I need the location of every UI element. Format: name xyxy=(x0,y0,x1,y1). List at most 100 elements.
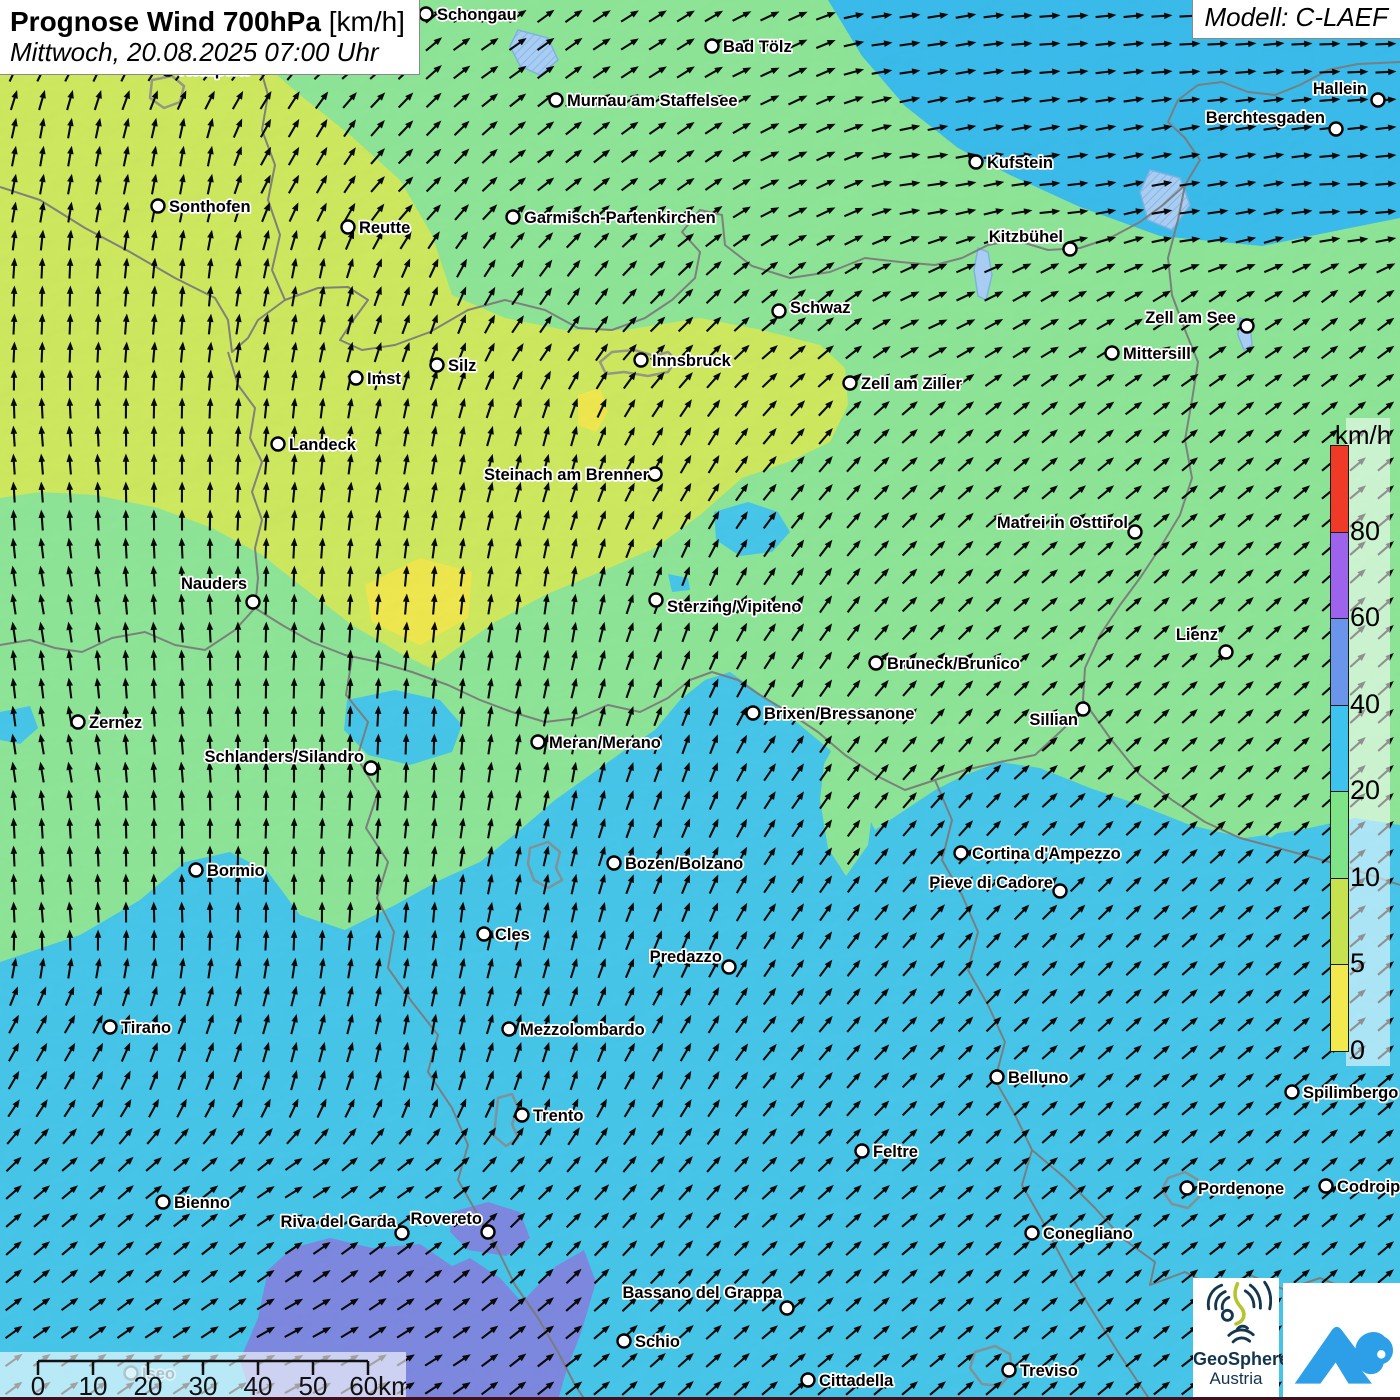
city-marker: Steinach am Brenner xyxy=(484,466,662,484)
svg-text:Brixen/Bressanone: Brixen/Bressanone xyxy=(764,705,914,723)
city-marker: Cortina d'Ampezzo xyxy=(955,845,1121,863)
legend-tick-20: 20 xyxy=(1350,775,1398,806)
svg-text:Lienz: Lienz xyxy=(1176,626,1218,644)
city-marker: Silz xyxy=(431,357,477,375)
svg-text:Codroipo: Codroipo xyxy=(1337,1178,1400,1196)
svg-text:Sillian: Sillian xyxy=(1029,711,1078,729)
legend-band-5-10 xyxy=(1330,878,1349,966)
page-title: Prognose Wind 700hPa [km/h] xyxy=(10,5,405,38)
svg-text:20: 20 xyxy=(134,1371,163,1400)
legend-band-10-20 xyxy=(1330,791,1349,879)
svg-text:Garmisch-Partenkirchen: Garmisch-Partenkirchen xyxy=(524,209,716,227)
svg-text:Sonthofen: Sonthofen xyxy=(169,198,251,216)
svg-text:Cles: Cles xyxy=(495,926,530,944)
svg-text:Schongau: Schongau xyxy=(437,6,517,24)
svg-text:Tirano: Tirano xyxy=(121,1019,171,1037)
legend-band-20-40 xyxy=(1330,705,1349,793)
svg-text:Cittadella: Cittadella xyxy=(819,1372,894,1390)
legend-band-0-5 xyxy=(1330,964,1349,1052)
svg-text:0: 0 xyxy=(31,1371,45,1400)
color-legend: km/h 806040201050 xyxy=(1322,418,1400,1070)
city-marker: Bozen/Bolzano xyxy=(608,855,744,873)
svg-text:Schio: Schio xyxy=(635,1333,680,1351)
geosphere-country: Austria xyxy=(1193,1369,1279,1388)
forecast-datetime: Mittwoch, 20.08.2025 07:00 Uhr xyxy=(10,38,405,67)
distance-scalebar: 0 10 20 30 40 50 60km xyxy=(0,1352,406,1400)
svg-text:Bozen/Bolzano: Bozen/Bolzano xyxy=(625,855,743,873)
legend-tick-0: 0 xyxy=(1350,1035,1398,1066)
city-marker: Zell am Ziller xyxy=(844,375,963,393)
mountain-cloud-icon xyxy=(1283,1283,1400,1400)
legend-tick-10: 10 xyxy=(1350,862,1398,893)
svg-text:Bruneck/Brunico: Bruneck/Brunico xyxy=(887,655,1020,673)
svg-text:Bormio: Bormio xyxy=(207,862,265,880)
map-svg: Schongau Bad Tölz Kempten Murnau am Staf… xyxy=(0,0,1400,1400)
svg-text:Innsbruck: Innsbruck xyxy=(652,352,732,370)
city-marker: Murnau am Staffelsee xyxy=(550,92,738,110)
svg-text:10: 10 xyxy=(79,1371,108,1400)
svg-text:Pordenone: Pordenone xyxy=(1198,1180,1284,1198)
svg-text:Bienno: Bienno xyxy=(174,1194,230,1212)
svg-text:Steinach am Brenner: Steinach am Brenner xyxy=(484,466,650,484)
svg-text:Sterzing/Vipiteno: Sterzing/Vipiteno xyxy=(667,598,801,616)
legend-tick-80: 80 xyxy=(1350,516,1398,547)
city-marker: Garmisch-Partenkirchen xyxy=(507,209,716,227)
svg-text:Schlanders/Silandro: Schlanders/Silandro xyxy=(204,748,364,766)
model-label: Modell: C-LAEF xyxy=(1192,0,1400,39)
svg-text:Conegliano: Conegliano xyxy=(1043,1225,1133,1243)
legend-band-80+ xyxy=(1330,445,1349,533)
geosphere-contour-icon xyxy=(1200,1278,1272,1344)
city-marker: Bruneck/Brunico xyxy=(870,655,1020,673)
city-marker: Imst xyxy=(350,370,402,388)
app-logo-box xyxy=(1283,1283,1400,1400)
svg-text:Hallein: Hallein xyxy=(1313,80,1367,98)
svg-text:Silz: Silz xyxy=(448,357,476,375)
city-marker: Mezzolombardo xyxy=(503,1021,645,1039)
scalebar-ruler: 0 10 20 30 40 50 60km xyxy=(0,1352,406,1400)
svg-text:Feltre: Feltre xyxy=(873,1143,918,1161)
svg-text:Mittersill: Mittersill xyxy=(1123,345,1191,363)
city-marker: Brixen/Bressanone xyxy=(747,705,915,723)
svg-text:Berchtesgaden: Berchtesgaden xyxy=(1206,109,1325,127)
svg-text:Landeck: Landeck xyxy=(289,436,357,454)
svg-text:30: 30 xyxy=(189,1371,218,1400)
svg-text:Treviso: Treviso xyxy=(1020,1362,1078,1380)
svg-text:Trento: Trento xyxy=(533,1107,583,1125)
svg-text:Rovereto: Rovereto xyxy=(410,1210,482,1228)
svg-text:Pieve di Cadore: Pieve di Cadore xyxy=(929,874,1053,892)
weather-map-screen: Schongau Bad Tölz Kempten Murnau am Staf… xyxy=(0,0,1400,1400)
svg-text:Kufstein: Kufstein xyxy=(987,154,1053,172)
svg-text:Riva del Garda: Riva del Garda xyxy=(280,1213,396,1231)
svg-text:Mezzolombardo: Mezzolombardo xyxy=(520,1021,645,1039)
svg-text:50: 50 xyxy=(299,1371,328,1400)
svg-text:Schwaz: Schwaz xyxy=(790,299,851,317)
title-text: Prognose Wind 700hPa xyxy=(10,6,321,37)
svg-text:Cortina d'Ampezzo: Cortina d'Ampezzo xyxy=(972,845,1121,863)
legend-tick-60: 60 xyxy=(1350,602,1398,633)
svg-text:Imst: Imst xyxy=(367,370,401,388)
city-marker: Spilimbergo xyxy=(1286,1084,1399,1102)
city-marker: Cles xyxy=(478,926,530,944)
svg-text:60km: 60km xyxy=(349,1371,406,1400)
svg-text:Meran/Merano: Meran/Merano xyxy=(549,734,661,752)
legend-band-60-80 xyxy=(1330,532,1349,620)
legend-band-40-60 xyxy=(1330,618,1349,706)
svg-text:Zernez: Zernez xyxy=(89,714,142,732)
svg-text:Spilimbergo: Spilimbergo xyxy=(1303,1084,1398,1102)
city-marker: Meran/Merano xyxy=(532,734,661,752)
svg-text:Matrei in Osttirol: Matrei in Osttirol xyxy=(997,514,1128,532)
legend-tick-5: 5 xyxy=(1350,948,1398,979)
svg-text:Predazzo: Predazzo xyxy=(650,948,722,966)
svg-text:Belluno: Belluno xyxy=(1008,1069,1069,1087)
svg-text:40: 40 xyxy=(244,1371,273,1400)
geosphere-name: GeoSphere xyxy=(1193,1350,1279,1369)
title-unit: [km/h] xyxy=(329,6,405,37)
title-box: Prognose Wind 700hPa [km/h] Mittwoch, 20… xyxy=(0,0,420,75)
geosphere-logo-box: GeoSphere Austria xyxy=(1193,1278,1279,1400)
svg-text:Murnau am Staffelsee: Murnau am Staffelsee xyxy=(567,92,738,110)
svg-text:Bad Tölz: Bad Tölz xyxy=(723,38,792,56)
svg-text:Zell am Ziller: Zell am Ziller xyxy=(861,375,962,393)
svg-text:Bassano del Grappa: Bassano del Grappa xyxy=(622,1284,782,1302)
svg-text:Nauders: Nauders xyxy=(181,575,247,593)
svg-text:Reutte: Reutte xyxy=(359,219,410,237)
